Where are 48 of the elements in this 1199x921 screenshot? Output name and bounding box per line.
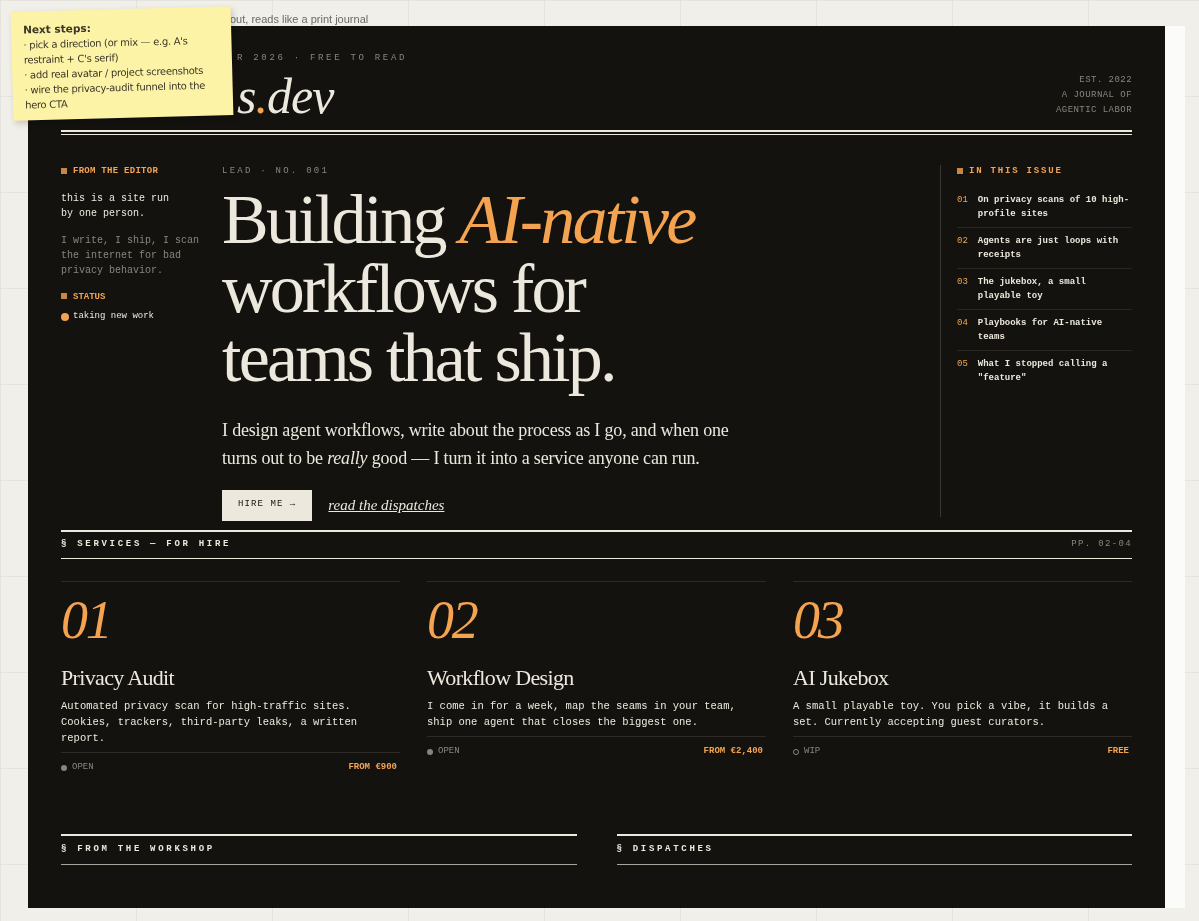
tagline-text: AGENTIC LABOR (1055, 104, 1132, 117)
section-label: FROM THE EDITOR (61, 165, 201, 179)
dispatches-link[interactable]: read the dispatches (328, 493, 445, 517)
bullet-icon (61, 293, 67, 300)
note-title: Next steps: (22, 20, 92, 38)
issue-item[interactable]: 05 What I stopped calling a "feature" (957, 350, 1132, 391)
section-heading: § DISPATCHES (616, 843, 714, 857)
note-item: · add real avatar / project screenshots (24, 64, 205, 81)
site-logo: s.dev (237, 68, 336, 124)
service-title: Privacy Audit (61, 664, 176, 692)
section-label: IN THIS ISSUE (957, 165, 1132, 179)
service-description: Automated privacy scan for high-traffic sites. Cookies, trackers, third-party leaks, a written report. (61, 699, 359, 746)
service-number: 03 (793, 590, 844, 650)
section-label: STATUS (61, 290, 201, 304)
bullet-icon (61, 167, 67, 174)
note-item: · pick a direction (or mix — e.g. A's restraint + C's serif) (23, 35, 189, 67)
note-item: · wire the privacy-audit funnel into the hero CTA (24, 79, 207, 113)
hire-button[interactable]: HIRE ME → (222, 489, 313, 521)
editor-note: I write, I ship, I scan the internet for bad privacy behavior. (61, 233, 201, 278)
service-title: Workflow Design (427, 664, 575, 692)
bullet-icon (957, 167, 963, 174)
page-range: PP. 02-04 (1071, 538, 1132, 552)
section-heading: § FROM THE WORKSHOP (61, 843, 215, 857)
tagline-text: A JOURNAL OF (1060, 89, 1132, 102)
service-description: A small playable toy. You pick a vibe, it builds a set. Currently accepting guest curators. (793, 699, 1110, 730)
tagline-text: EST. 2022 (1078, 74, 1132, 87)
issue-item[interactable]: 04 Playbooks for AI-native teams (957, 309, 1132, 351)
issue-item[interactable]: 03 The jukebox, a small playable toy (957, 268, 1132, 310)
service-description: I come in for a week, map the seams in your team, ship one agent that closes the biggest one. (427, 699, 737, 730)
editor-intro: this is a site run by one person. (61, 191, 171, 221)
service-price: FROM €900 (348, 761, 397, 774)
issue-meta: R 2026 · FREE TO READ (237, 52, 408, 64)
service-price: FREE (1107, 745, 1129, 758)
service-price: FROM €2,400 (703, 745, 763, 758)
service-number: 01 (61, 590, 112, 650)
issue-item[interactable]: 02 Agents are just loops with receipts (957, 227, 1132, 269)
service-status: OPEN (438, 745, 460, 758)
lead-kicker: LEAD · NO. 001 (222, 165, 330, 178)
lead-paragraph: I design agent workflows, write about the process as I go, and when one turns out to be really good — I turn it into a service anyone can run. (222, 418, 730, 470)
service-title: AI Jukebox (793, 664, 890, 692)
service-status: WIP (804, 745, 821, 758)
status-text: taking new work (73, 310, 154, 323)
scrollbar[interactable] (1165, 26, 1185, 908)
service-status: OPEN (72, 761, 94, 774)
issue-item[interactable]: 01 On privacy scans of 10 high-profile sites (957, 186, 1132, 228)
section-heading: § SERVICES — FOR HIRE (61, 538, 232, 552)
service-number: 02 (427, 590, 479, 650)
canvas-caption: out, reads like a print journal (230, 13, 369, 25)
